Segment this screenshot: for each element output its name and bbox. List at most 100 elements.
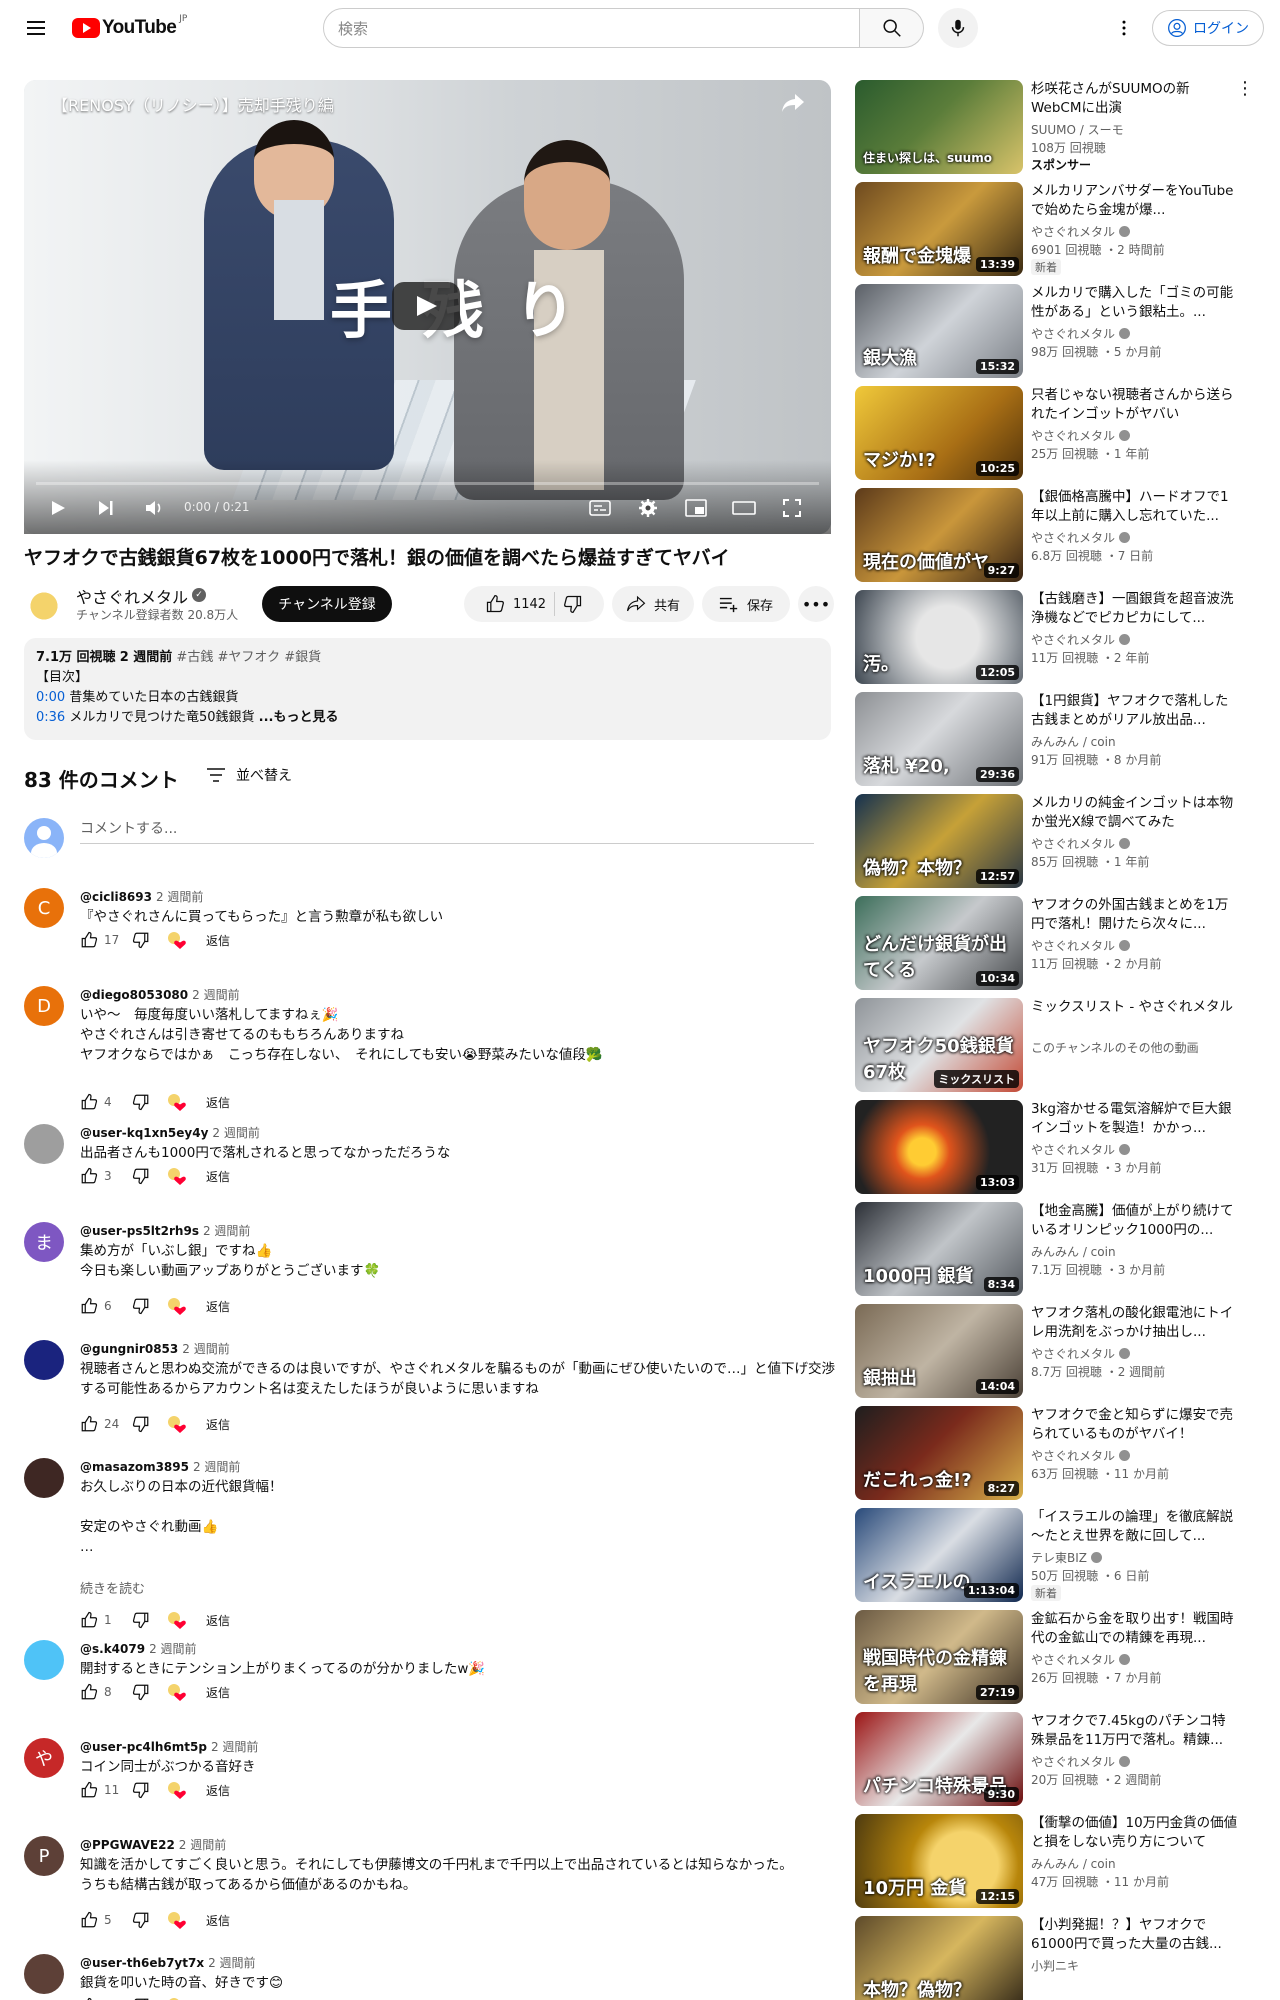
reply-button[interactable]: 返信	[206, 932, 230, 949]
recommendation-item[interactable]: 本物？偽物？ 【小判発掘！？】ヤフオクで61000円で買った大量の古銭... 小…	[855, 1916, 1255, 2000]
recommendation-channel[interactable]: やさぐれメタル	[1031, 1141, 1131, 1158]
comment-author[interactable]: @diego8053080	[80, 988, 188, 1002]
recommendation-channel[interactable]: みんみん / coin	[1031, 1243, 1116, 1260]
thumbs-down-icon[interactable]	[130, 1295, 152, 1317]
youtube-logo[interactable]: YouTube JP	[72, 14, 187, 42]
reply-button[interactable]: 返信	[206, 1684, 230, 1701]
miniplayer-icon[interactable]	[682, 494, 710, 522]
recommendation-channel[interactable]: やさぐれメタル	[1031, 1651, 1131, 1668]
recommendation-thumbnail[interactable]: 偽物？本物？ 12:57	[855, 794, 1023, 888]
sort-button[interactable]: 並べ替え	[206, 765, 292, 785]
recommendation-item[interactable]: パチンコ特殊景品 9:30 ヤフオクで7.45kgのパチンコ特殊景品を11万円で落…	[855, 1712, 1255, 1808]
recommendation-title[interactable]: 【1円銀貨】ヤフオクで落札した古銭まとめがリアル放出品...	[1031, 692, 1239, 730]
like-button[interactable]: 1142	[485, 594, 546, 614]
recommendation-channel[interactable]: やさぐれメタル	[1031, 631, 1131, 648]
recommendation-channel[interactable]: やさぐれメタル	[1031, 1447, 1131, 1464]
comment-time[interactable]: 2 週間前	[156, 890, 203, 904]
thumbs-up-icon[interactable]	[78, 1295, 100, 1317]
recommendation-thumbnail[interactable]: どんだけ銀貨が出てくる 10:34	[855, 896, 1023, 990]
recommendation-title[interactable]: 3kg溶かせる電気溶解炉で巨大銀インゴットを製造！かかっ...	[1031, 1100, 1239, 1138]
voice-search-button[interactable]	[938, 8, 978, 48]
recommendation-thumbnail[interactable]: 落札 ¥20, 29:36	[855, 692, 1023, 786]
recommendation-channel[interactable]: みんみん / coin	[1031, 733, 1116, 750]
recommendation-thumbnail[interactable]: 汚。 12:05	[855, 590, 1023, 684]
recommendation-thumbnail[interactable]: 銀抽出 14:04	[855, 1304, 1023, 1398]
comment-time[interactable]: 2 週間前	[182, 1342, 229, 1356]
recommendation-channel[interactable]: テレ東BIZ	[1031, 1549, 1102, 1566]
channel-name[interactable]: やさぐれメタル	[76, 584, 188, 608]
recommendation-title[interactable]: メルカリで購入した「ゴミの可能性がある」という銀粘土。...	[1031, 284, 1239, 322]
thumbs-down-icon[interactable]	[130, 1779, 152, 1801]
menu-icon[interactable]	[16, 8, 56, 48]
search-input[interactable]: 検索	[323, 8, 860, 48]
comment-time[interactable]: 2 週間前	[212, 1126, 259, 1140]
recommendation-item[interactable]: 偽物？本物？ 12:57 メルカリの純金インゴットは本物か蛍光X線で調べてみた や…	[855, 794, 1255, 890]
comment-time[interactable]: 2 週間前	[203, 1224, 250, 1238]
thumbs-up-icon[interactable]	[78, 929, 100, 951]
chapter-timestamp[interactable]: 0:00	[36, 690, 65, 705]
reply-button[interactable]: 返信	[206, 1298, 230, 1315]
description-box[interactable]: 7.1万 回視聴 2 週間前 #古銭 #ヤフオク #銀貨 【目次】 0:00 昔…	[24, 638, 831, 740]
share-button[interactable]: 共有	[612, 586, 694, 622]
thumbs-up-icon[interactable]	[78, 1413, 100, 1435]
thumbs-down-icon[interactable]	[130, 929, 152, 951]
recommendation-item[interactable]: だこれっ金!? 8:27 ヤフオクで金と知らずに爆安で売られているものがヤバイ！ …	[855, 1406, 1255, 1502]
recommendation-item[interactable]: 1000円 銀貨 8:34 【地金高騰】価値が上がり続けているオリンピック1000…	[855, 1202, 1255, 1298]
recommendation-title[interactable]: メルカリの純金インゴットは本物か蛍光X線で調べてみた	[1031, 794, 1239, 832]
recommendation-title[interactable]: 只者じゃない視聴者さんから送られたインゴットがヤバい	[1031, 386, 1239, 424]
recommendation-item[interactable]: イスラエルの 1:13:04 「イスラエルの論理」を徹底解説～たとえ世界を敵に回し…	[855, 1508, 1255, 1604]
recommendation-item[interactable]: 戦国時代の金精錬を再現 27:19 金鉱石から金を取り出す！戦国時代の金鉱山での精…	[855, 1610, 1255, 1706]
comment-time[interactable]: 2 週間前	[211, 1740, 258, 1754]
recommendation-thumbnail[interactable]: ヤフオク50銭銀貨67枚 ミックスリスト	[855, 998, 1023, 1092]
comment-author[interactable]: @s.k4079	[80, 1642, 145, 1656]
channel-avatar[interactable]	[24, 584, 64, 624]
commenter-avatar[interactable]: D	[24, 986, 64, 1026]
settings-gear-icon[interactable]	[634, 494, 662, 522]
more-actions-icon[interactable]: •••	[798, 586, 834, 622]
reply-button[interactable]: 返信	[206, 1094, 230, 1111]
reply-button[interactable]: 返信	[206, 1782, 230, 1799]
recommendation-thumbnail[interactable]: だこれっ金!? 8:27	[855, 1406, 1023, 1500]
volume-icon[interactable]	[140, 494, 168, 522]
recommendation-item[interactable]: 現在の価値がヤ 9:27 【銀価格高騰中】ハードオフで1年以上前に購入し忘れていた…	[855, 488, 1255, 584]
recommendation-channel[interactable]: SUUMO / スーモ	[1031, 121, 1124, 138]
player-overlay-title[interactable]: 【RENOSY（リノシー）】売却手残り編	[52, 92, 334, 116]
recommendation-thumbnail[interactable]: 報酬で金塊爆 13:39	[855, 182, 1023, 276]
comment-author[interactable]: @masazom3895	[80, 1460, 189, 1474]
comment-author[interactable]: @gungnir0853	[80, 1342, 178, 1356]
recommendation-title[interactable]: 【衝撃の価値】10万円金貨の価値と損をしない売り方について	[1031, 1814, 1239, 1852]
fullscreen-icon[interactable]	[778, 494, 806, 522]
recommendation-title[interactable]: ミックスリスト - やさぐれメタル	[1031, 998, 1239, 1036]
thumbs-up-icon[interactable]	[78, 1779, 100, 1801]
recommendation-channel[interactable]: やさぐれメタル	[1031, 427, 1131, 444]
thumbs-up-icon[interactable]	[78, 1909, 100, 1931]
recommendation-item[interactable]: 汚。 12:05 【古銭磨き】一圓銀貨を超音波洗浄機などでピカピカにして... や…	[855, 590, 1255, 686]
recommendation-thumbnail[interactable]: 現在の価値がヤ 9:27	[855, 488, 1023, 582]
recommendation-thumbnail[interactable]: イスラエルの 1:13:04	[855, 1508, 1023, 1602]
recommendation-channel[interactable]: やさぐれメタル	[1031, 223, 1131, 240]
recommendation-thumbnail[interactable]: 本物？偽物？	[855, 1916, 1023, 2000]
recommendation-item[interactable]: 住まい探しは、suumo 杉咲花さんがSUUMOの新WebCMに出演 SUUMO…	[855, 80, 1255, 176]
recommendation-title[interactable]: 【地金高騰】価値が上がり続けているオリンピック1000円の...	[1031, 1202, 1239, 1240]
recommendation-channel[interactable]: やさぐれメタル	[1031, 325, 1131, 342]
subtitles-icon[interactable]	[586, 494, 614, 522]
recommendation-item[interactable]: 落札 ¥20, 29:36 【1円銀貨】ヤフオクで落札した古銭まとめがリアル放出品…	[855, 692, 1255, 788]
thumbs-up-icon[interactable]	[78, 1165, 100, 1187]
comment-input[interactable]: コメントする...	[80, 814, 814, 844]
thumbs-down-icon[interactable]	[130, 1609, 152, 1631]
chapter-timestamp[interactable]: 0:36	[36, 710, 65, 725]
recommendation-thumbnail[interactable]: 10万円 金貨 12:15	[855, 1814, 1023, 1908]
recommendation-thumbnail[interactable]: 銀大漁 15:32	[855, 284, 1023, 378]
thumbs-up-icon[interactable]	[78, 1995, 100, 2000]
reply-button[interactable]: 返信	[206, 1612, 230, 1629]
recommendation-thumbnail[interactable]: マジか!? 10:25	[855, 386, 1023, 480]
thumbs-down-icon[interactable]	[130, 1681, 152, 1703]
recommendation-item[interactable]: 10万円 金貨 12:15 【衝撃の価値】10万円金貨の価値と損をしない売り方につ…	[855, 1814, 1255, 1910]
comment-time[interactable]: 2 週間前	[208, 1956, 255, 1970]
play-button[interactable]	[392, 282, 460, 330]
recommendation-thumbnail[interactable]: 住まい探しは、suumo	[855, 80, 1023, 174]
thumbs-up-icon[interactable]	[78, 1091, 100, 1113]
commenter-avatar[interactable]: C	[24, 888, 64, 928]
recommendation-channel[interactable]: やさぐれメタル	[1031, 1345, 1131, 1362]
recommendation-item[interactable]: マジか!? 10:25 只者じゃない視聴者さんから送られたインゴットがヤバい やさ…	[855, 386, 1255, 482]
